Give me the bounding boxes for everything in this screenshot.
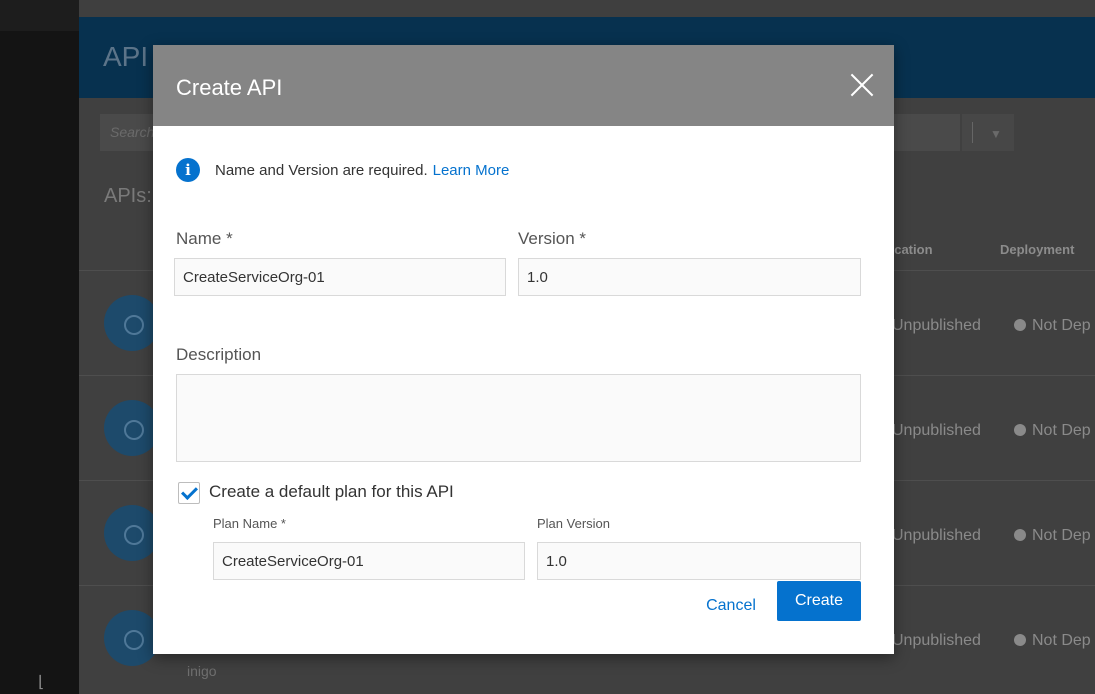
plan-version-label: Plan Version xyxy=(537,516,610,531)
deployment-status: Not Dep xyxy=(1014,317,1091,335)
status-dot-icon xyxy=(1014,424,1026,436)
description-label: Description xyxy=(176,345,262,364)
api-icon xyxy=(104,610,160,666)
publication-status: Unpublished xyxy=(892,527,981,544)
left-nav: ⌊ xyxy=(0,0,79,694)
dialog-title: Create API xyxy=(176,75,283,100)
apis-section-label: APIs: xyxy=(104,185,152,207)
info-message: i Name and Version are required. Learn M… xyxy=(176,157,509,183)
version-label: Version * xyxy=(518,229,587,248)
api-owner: inigo xyxy=(187,663,217,679)
search-placeholder: Search xyxy=(110,124,155,140)
api-icon xyxy=(104,400,160,456)
create-api-dialog: Create API i Name and Version are requir… xyxy=(153,45,894,654)
publication-status: Unpublished xyxy=(892,632,981,649)
cancel-button[interactable]: Cancel xyxy=(691,591,771,621)
plan-name-input[interactable] xyxy=(213,542,525,580)
status-dot-icon xyxy=(1014,319,1026,331)
create-button[interactable]: Create xyxy=(777,581,861,621)
deployment-status: Not Dep xyxy=(1014,527,1091,545)
dialog-header: Create API xyxy=(153,45,894,126)
publication-status: Unpublished xyxy=(892,317,981,334)
deployment-status: Not Dep xyxy=(1014,422,1091,440)
column-header-deployment[interactable]: Deployment xyxy=(1000,242,1074,257)
info-icon: i xyxy=(176,158,200,182)
status-dot-icon xyxy=(1014,634,1026,646)
collapse-nav-icon[interactable]: ⌊ xyxy=(38,672,44,692)
left-nav-top xyxy=(0,0,79,31)
name-input[interactable] xyxy=(174,258,506,296)
api-icon xyxy=(104,505,160,561)
plan-version-input[interactable] xyxy=(537,542,861,580)
top-bar xyxy=(79,0,1095,17)
search-dropdown[interactable]: ▼ xyxy=(962,114,1014,151)
info-text: Name and Version are required. xyxy=(215,161,428,179)
publication-status: Unpublished xyxy=(892,422,981,439)
divider xyxy=(972,122,973,143)
learn-more-link[interactable]: Learn More xyxy=(433,162,510,179)
default-plan-label[interactable]: Create a default plan for this API xyxy=(209,482,454,502)
default-plan-checkbox[interactable] xyxy=(178,482,200,504)
page-title: API xyxy=(103,41,149,72)
deployment-status: Not Dep xyxy=(1014,632,1091,650)
plan-name-label: Plan Name * xyxy=(213,516,286,531)
name-label: Name * xyxy=(176,229,233,248)
version-input[interactable] xyxy=(518,258,861,296)
close-icon[interactable] xyxy=(849,72,875,98)
status-dot-icon xyxy=(1014,529,1026,541)
chevron-down-icon: ▼ xyxy=(990,127,1002,141)
description-textarea[interactable] xyxy=(176,374,861,462)
api-icon xyxy=(104,295,160,351)
